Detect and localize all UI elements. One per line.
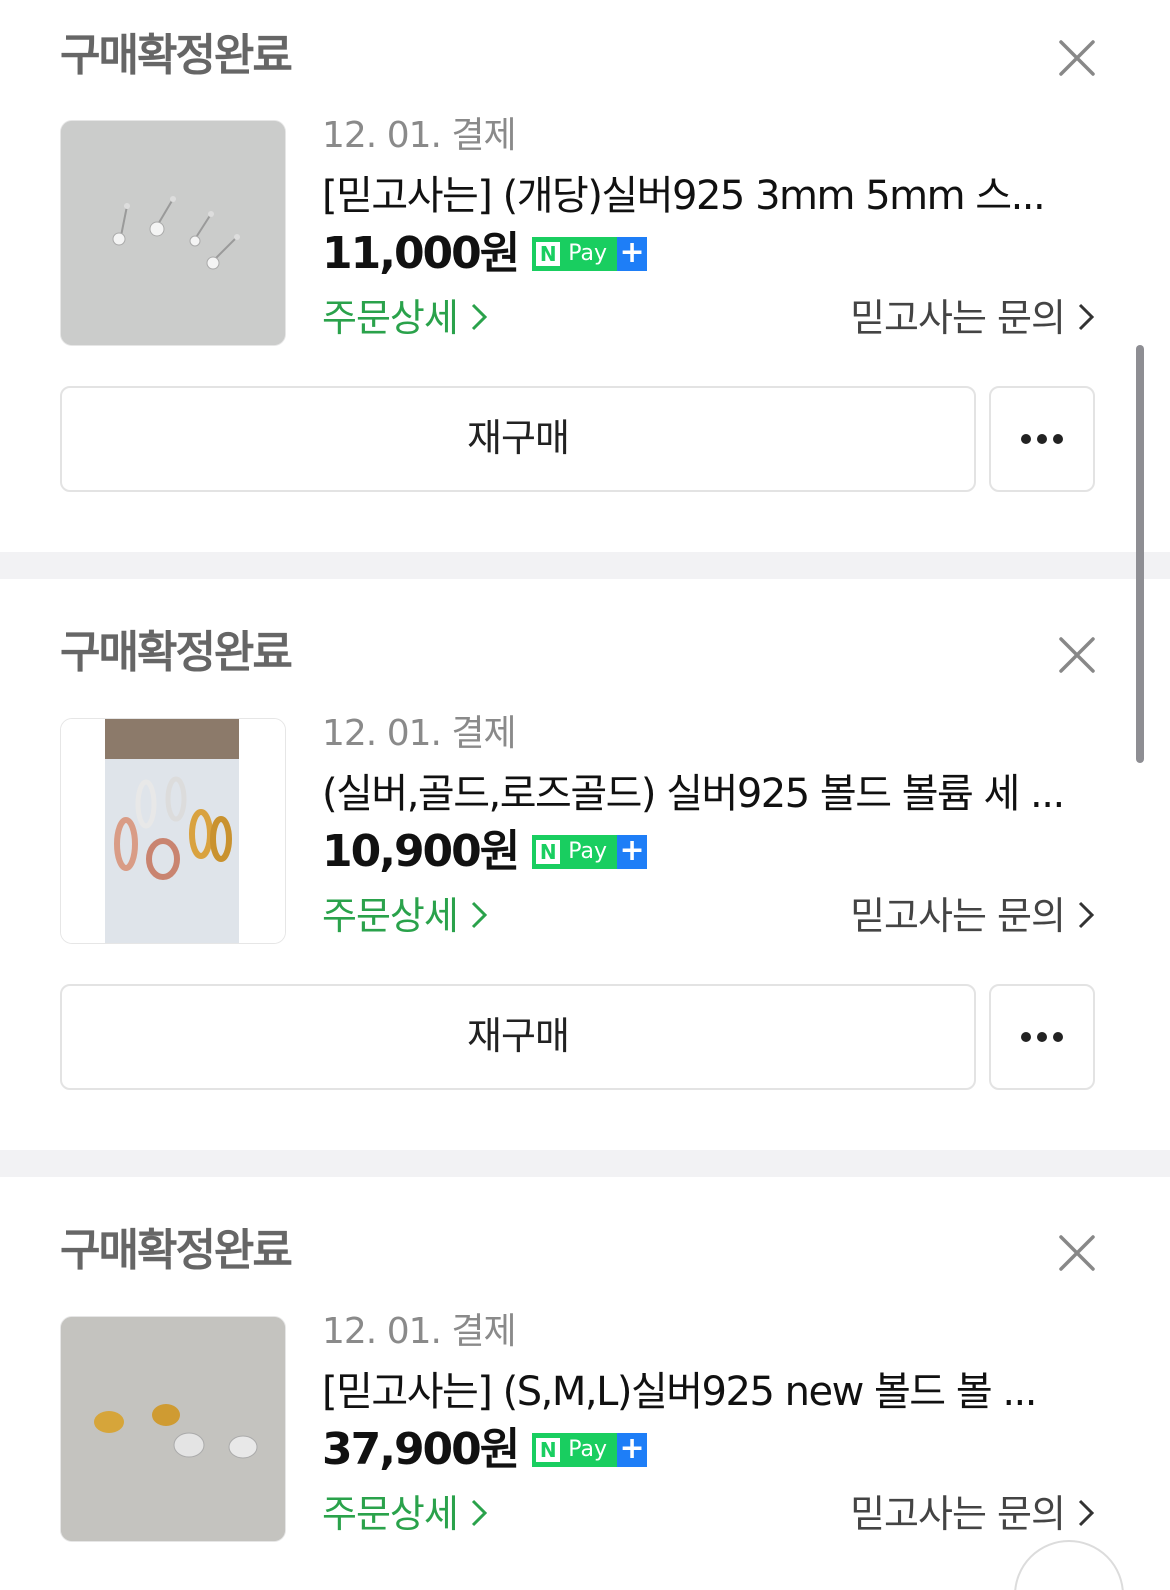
close-icon[interactable]: [1055, 633, 1099, 677]
price-row: 10,900원 N Pay +: [322, 826, 648, 878]
close-icon[interactable]: [1055, 36, 1099, 80]
seller-inquiry-link[interactable]: 믿고사는 문의: [850, 894, 1096, 938]
npay-plus-badge: N Pay +: [532, 835, 648, 869]
product-thumbnail[interactable]: [60, 718, 286, 944]
order-date: 12. 01. 결제: [322, 713, 517, 754]
product-price: 37,900원: [322, 1424, 520, 1475]
chevron-right-icon: [1078, 303, 1095, 331]
chevron-right-icon: [471, 901, 488, 929]
order-detail-link[interactable]: 주문상세: [322, 1492, 489, 1536]
product-thumbnail[interactable]: [60, 1316, 286, 1542]
rebuy-button[interactable]: 재구매: [60, 984, 976, 1090]
product-price: 10,900원: [322, 826, 520, 877]
rebuy-button[interactable]: 재구매: [60, 386, 976, 492]
more-options-button[interactable]: [989, 984, 1095, 1090]
npay-plus-badge: N Pay +: [532, 237, 648, 271]
price-row: 37,900원 N Pay +: [322, 1424, 648, 1476]
order-status: 구매확정완료: [60, 627, 293, 678]
close-icon[interactable]: [1055, 1231, 1099, 1275]
seller-inquiry-link[interactable]: 믿고사는 문의: [850, 296, 1096, 340]
order-card: 구매확정완료 12. 01. 결제 (실버,골드,로즈골드) 실버925 볼드 …: [0, 579, 1170, 1150]
npay-plus-badge: N Pay +: [532, 1433, 648, 1467]
more-options-button[interactable]: [989, 386, 1095, 492]
order-detail-link[interactable]: 주문상세: [322, 894, 489, 938]
order-status: 구매확정완료: [60, 30, 293, 81]
order-date: 12. 01. 결제: [322, 1311, 517, 1352]
section-divider: [0, 552, 1170, 579]
product-thumbnail[interactable]: [60, 120, 286, 346]
chevron-right-icon: [1078, 1499, 1095, 1527]
seller-inquiry-link[interactable]: 믿고사는 문의: [850, 1492, 1096, 1536]
product-title[interactable]: [믿고사는] (개당)실버925 3mm 5mm 스...: [322, 172, 1102, 220]
product-title[interactable]: [믿고사는] (S,M,L)실버925 new 볼드 볼 ...: [322, 1368, 1102, 1416]
order-card: 구매확정완료 12. 01. 결제 [믿고사는] (S,M,L)실버925 ne…: [0, 1177, 1170, 1590]
chevron-right-icon: [471, 1499, 488, 1527]
scrollbar[interactable]: [1136, 345, 1144, 763]
chevron-right-icon: [471, 303, 488, 331]
chevron-right-icon: [1078, 901, 1095, 929]
order-date: 12. 01. 결제: [322, 115, 517, 156]
product-title[interactable]: (실버,골드,로즈골드) 실버925 볼드 볼륨 세 ...: [322, 770, 1102, 818]
product-price: 11,000원: [322, 228, 520, 279]
order-detail-link[interactable]: 주문상세: [322, 296, 489, 340]
section-divider: [0, 1150, 1170, 1177]
order-status: 구매확정완료: [60, 1225, 293, 1276]
price-row: 11,000원 N Pay +: [322, 228, 648, 280]
order-card: 구매확정완료 12. 01. 결제 [믿고사는] (개당)실버925 3mm 5…: [0, 0, 1170, 552]
